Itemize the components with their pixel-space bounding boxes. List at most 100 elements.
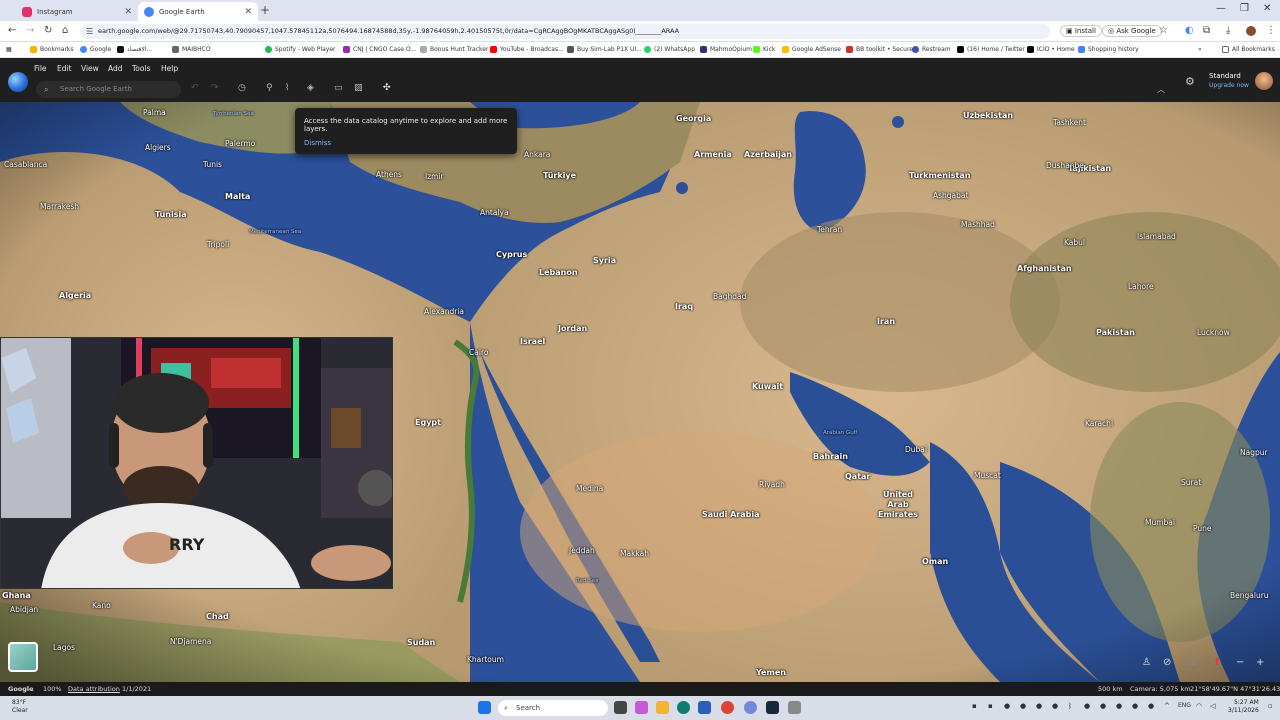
bookmark-item[interactable]: (16) Home / Twitter [957, 46, 1025, 53]
tray-icon[interactable]: ● [1148, 702, 1154, 710]
bookmark-item[interactable]: Spotify - Web Player [265, 46, 336, 53]
bookmark-item[interactable]: YouTube - Broadcas... [490, 46, 564, 53]
bookmark-item[interactable]: (2) WhatsApp [644, 46, 695, 53]
tray-icon[interactable]: ● [1100, 702, 1106, 710]
weather-widget[interactable]: 83°F Clear [12, 699, 28, 715]
tray-icon[interactable]: ● [1052, 702, 1058, 710]
bookmark-item[interactable]: ICIO • Home [1027, 46, 1075, 53]
bookmark-item[interactable]: MAIBHCO [172, 46, 211, 53]
undo-icon[interactable]: ↶ [191, 83, 199, 93]
redo-icon[interactable]: ↷ [211, 83, 219, 93]
tray-icon[interactable]: ● [1036, 702, 1042, 710]
chevron-up-icon[interactable]: ^ [1164, 702, 1170, 710]
copilot-icon[interactable] [635, 701, 648, 714]
history-icon[interactable]: ◷ [238, 83, 246, 93]
back-icon[interactable]: ← [8, 25, 16, 36]
menu-view[interactable]: View [81, 64, 99, 73]
discord-icon[interactable] [744, 701, 757, 714]
tab-instagram[interactable]: Instagram ✕ [16, 2, 138, 21]
zoom-in-icon[interactable]: + [1256, 657, 1264, 668]
data-catalog-icon[interactable]: ✣ [383, 83, 391, 93]
path-icon[interactable]: ⌇ [285, 83, 289, 93]
edge-icon[interactable] [677, 701, 690, 714]
file-explorer-icon[interactable] [656, 701, 669, 714]
layers-icon[interactable]: ◈ [307, 83, 314, 93]
menu-kebab-icon[interactable]: ⋮ [1266, 25, 1276, 36]
chrome-icon[interactable] [721, 701, 734, 714]
close-icon[interactable]: ✕ [244, 7, 252, 17]
maximize-icon[interactable]: ❐ [1240, 3, 1249, 14]
steam-icon[interactable] [766, 701, 779, 714]
avatar[interactable] [1255, 72, 1273, 90]
more-bookmarks-icon[interactable]: » [1198, 46, 1202, 53]
bookmark-item[interactable]: Google AdSense [782, 46, 841, 53]
minimize-icon[interactable]: — [1216, 3, 1226, 14]
apps-icon[interactable]: ▦ [6, 46, 12, 53]
tray-icon[interactable]: ● [1132, 702, 1138, 710]
language-indicator[interactable]: ENG [1178, 702, 1191, 709]
task-view-icon[interactable] [614, 701, 627, 714]
zoom-out-icon[interactable]: − [1236, 657, 1244, 668]
settings-icon[interactable] [788, 701, 801, 714]
close-window-icon[interactable]: ✕ [1263, 3, 1271, 14]
tab-google-earth[interactable]: Google Earth ✕ [138, 2, 258, 21]
extensions-icon[interactable]: ⧉ [1203, 25, 1210, 36]
home-icon[interactable]: ⌂ [62, 25, 68, 36]
menu-edit[interactable]: Edit [57, 64, 72, 73]
tray-icon[interactable]: ▪ [988, 702, 993, 710]
close-icon[interactable]: ✕ [124, 7, 132, 17]
wifi-icon[interactable]: ◠ [1196, 702, 1202, 710]
bookmark-item[interactable]: الاقتصاد... [117, 46, 152, 53]
upgrade-link[interactable]: Upgrade now [1209, 81, 1249, 90]
account-plan[interactable]: Standard Upgrade now [1209, 72, 1249, 90]
bookmark-item[interactable]: Buy Sim-Lab P1X Ul... [567, 46, 642, 53]
bluetooth-icon[interactable]: ᛒ [1068, 702, 1072, 710]
volume-icon[interactable]: ◁ [1210, 702, 1215, 710]
bookmark-item[interactable]: Shopping history [1078, 46, 1139, 53]
bookmark-item[interactable]: Google [80, 46, 111, 53]
pegman-icon[interactable]: ♙ [1142, 657, 1151, 668]
earth-search-input[interactable]: ⌕ Search Google Earth [36, 81, 181, 98]
reload-icon[interactable]: ↻ [44, 25, 52, 36]
bookmark-item[interactable]: MahmoOpium [700, 46, 752, 53]
map-style-button[interactable] [8, 642, 38, 672]
settings-gear-icon[interactable]: ⚙ [1185, 75, 1195, 88]
tray-icon[interactable]: ● [1020, 702, 1026, 710]
tray-icon[interactable]: ▪ [972, 702, 977, 710]
address-bar[interactable]: ☰ earth.google.com/web/@29.71750743,40.7… [80, 24, 1050, 39]
taskbar-clock[interactable]: 5:27 AM 3/11/2026 [1228, 699, 1259, 715]
windows-start-icon[interactable] [478, 701, 491, 714]
tray-icon[interactable]: ● [1084, 702, 1090, 710]
bookmark-item[interactable]: Kick [753, 46, 775, 53]
data-attribution-link[interactable]: Data attribution [68, 685, 120, 693]
audio-icon[interactable]: ◐ [1185, 25, 1194, 36]
google-earth-logo[interactable] [8, 72, 28, 92]
profile-icon[interactable] [1246, 26, 1256, 36]
bookmark-item[interactable]: Restream [912, 46, 951, 53]
new-tab-button[interactable]: + [260, 3, 270, 17]
bookmark-item[interactable]: Bookmarks [30, 46, 74, 53]
store-icon[interactable] [698, 701, 711, 714]
toggle-3d-button[interactable]: 3D [1187, 659, 1197, 667]
ruler-icon[interactable]: ▭ [334, 83, 343, 93]
tray-icon[interactable]: ● [1116, 702, 1122, 710]
menu-add[interactable]: Add [108, 64, 123, 73]
ask-google-button[interactable]: ◎ Ask Google [1102, 25, 1162, 37]
download-icon[interactable]: ⤓ [1226, 25, 1230, 36]
site-info-icon[interactable]: ☰ [86, 24, 93, 39]
bookmark-star-icon[interactable]: ☆ [1159, 25, 1168, 36]
dismiss-button[interactable]: Dismiss [304, 139, 331, 147]
chevron-up-icon[interactable]: ︿ [1157, 84, 1165, 95]
menu-file[interactable]: File [34, 64, 47, 73]
compass-reset-icon[interactable]: ⊘ [1163, 657, 1171, 668]
bookmark-item[interactable]: BB toolkit • Secure [846, 46, 913, 53]
all-bookmarks-button[interactable]: All Bookmarks [1222, 46, 1275, 53]
notifications-icon[interactable]: ▫ [1268, 702, 1273, 710]
taskbar-search[interactable]: ⌕ Search [498, 700, 608, 716]
forward-icon[interactable]: → [26, 25, 34, 36]
screenshot-icon[interactable]: ▨ [354, 83, 363, 93]
tray-icon[interactable]: ● [1004, 702, 1010, 710]
install-button[interactable]: ▣ Install [1060, 25, 1102, 37]
menu-tools[interactable]: Tools [132, 64, 150, 73]
bookmark-item[interactable]: CNJ | CNGO Case O... [343, 46, 416, 53]
